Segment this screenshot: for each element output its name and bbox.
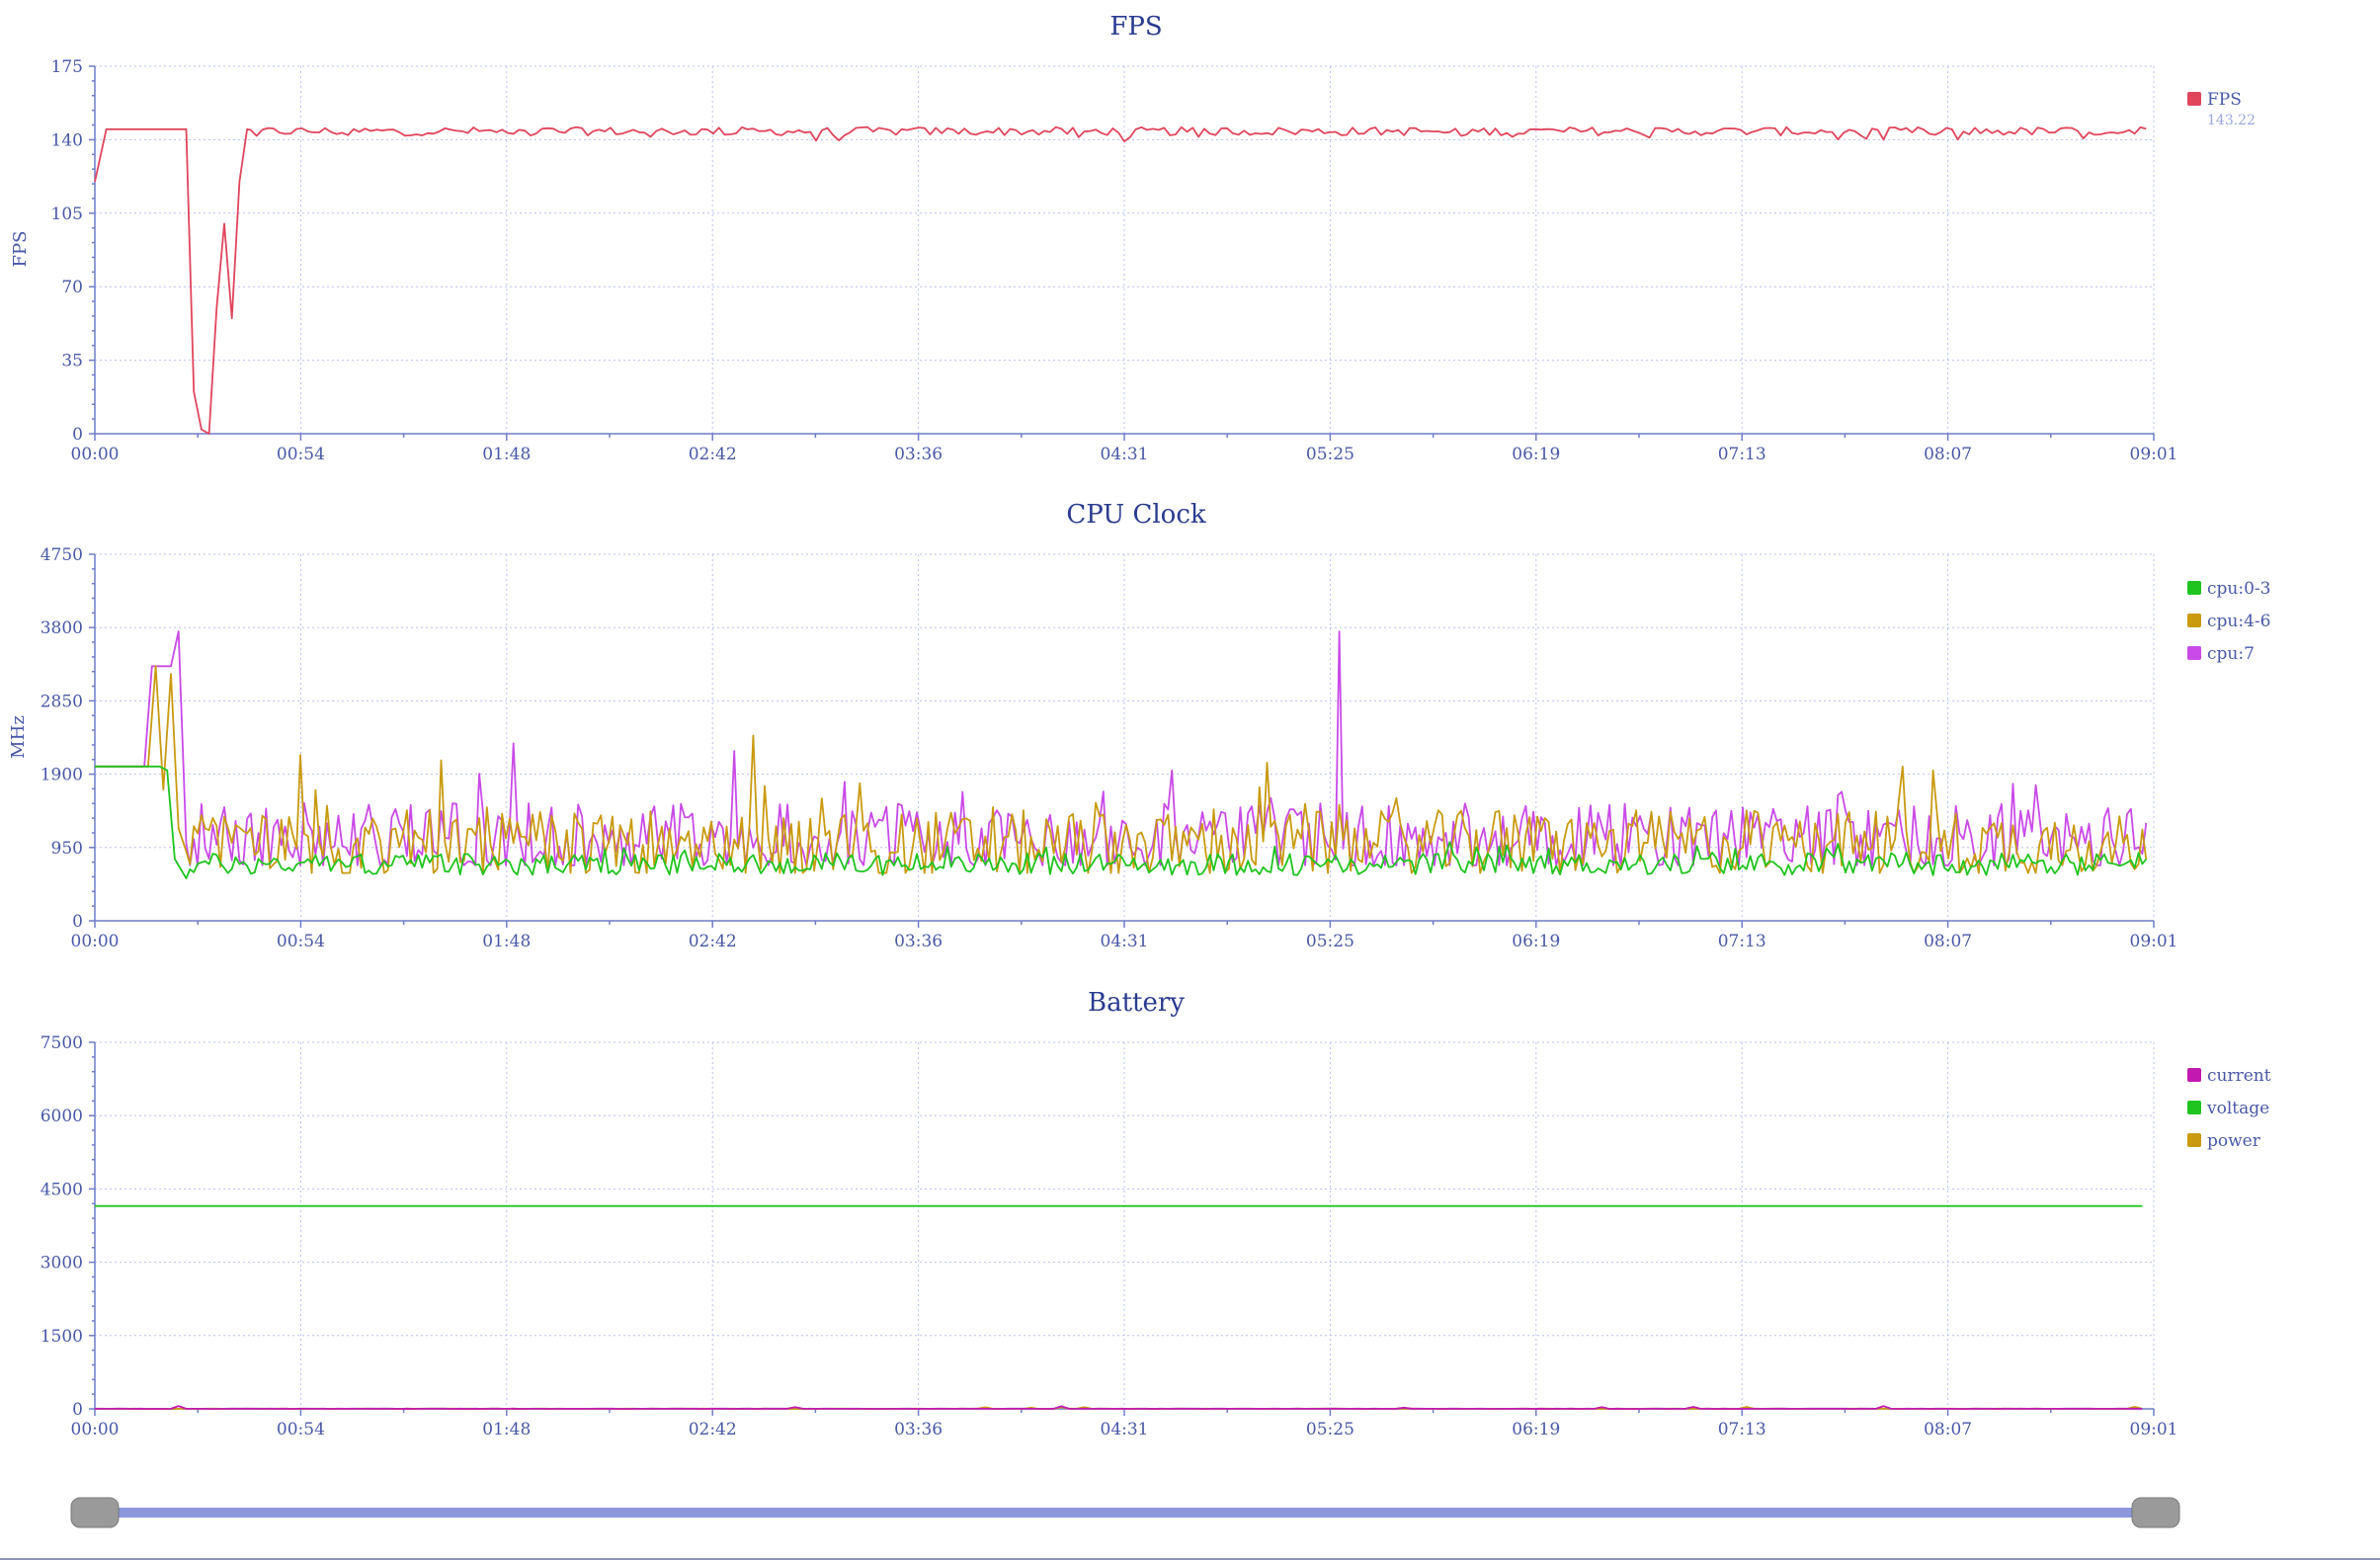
battery-y-ticks: 0 1500 3000 4500 6000 7500 [41,1033,96,1420]
cpu-y-tick-label: 3800 [41,618,83,638]
fps-y-axis-label: FPS [10,231,31,268]
cpu-y-tick-label: 950 [51,839,83,859]
cpu-legend[interactable]: cpu:0-3 cpu:4-6 cpu:7 [2187,579,2270,664]
cpu-legend-label-cpu-7[interactable]: cpu:7 [2207,644,2255,664]
cpu-y-ticks: 0 950 1900 2850 3800 4750 [41,545,96,932]
cpu-legend-label-cpu-4-6[interactable]: cpu:4-6 [2207,612,2270,631]
battery-legend[interactable]: current voltage power [2187,1066,2271,1151]
battery-legend-label-power[interactable]: power [2207,1131,2261,1151]
bat-x-tick-label: 04:31 [1101,1420,1149,1439]
bat-x-tick-label: 00:00 [71,1420,120,1439]
fps-y-ticks: 0 35 70 105 140 175 [51,57,96,445]
cpu-x-ticks: 00:00 00:54 01:48 02:42 03:36 04:31 05:25 06:19… [71,920,2178,951]
bat-x-tick-label: 02:42 [689,1420,737,1439]
fps-y-tick-label: 70 [61,278,83,297]
cpu-series-group [95,630,2148,879]
zoom-slider-left-handle[interactable] [70,1497,120,1528]
battery-series-line-current [94,1405,2143,1410]
bat-y-tick-label: 0 [72,1400,83,1420]
zoom-slider-right-handle[interactable] [2131,1497,2180,1528]
fps-y-tick-label: 175 [51,57,83,77]
cpu-y-tick-label: 4750 [41,545,83,565]
cpu-x-tick-label: 09:01 [2130,932,2178,951]
fps-x-tick-label: 00:00 [71,445,120,464]
battery-grid [95,1041,2155,1409]
fps-x-tick-label: 06:19 [1512,445,1560,464]
cpu-x-tick-label: 00:00 [71,932,120,951]
bat-x-tick-label: 05:25 [1306,1420,1354,1439]
cpu-y-tick-label: 2850 [41,692,83,711]
battery-legend-swatch-voltage[interactable] [2187,1101,2201,1114]
bat-x-tick-label: 03:36 [894,1420,943,1439]
battery-legend-swatch-current[interactable] [2187,1068,2201,1082]
bat-x-tick-label: 07:13 [1718,1420,1766,1439]
bat-y-tick-label: 1500 [41,1327,83,1347]
chart-stage: FPS FPS 03570105140175 00:00 00:54 01:48 02… [0,12,2380,1560]
bat-x-tick-label: 01:48 [482,1420,531,1439]
fps-x-tick-label: 03:36 [894,445,943,464]
cpu-y-tick-label: 0 [72,912,83,932]
battery-legend-swatch-power[interactable] [2187,1133,2201,1147]
fps-y-tick-label: 140 [51,130,83,150]
zoom-slider[interactable] [70,1497,2180,1528]
bat-y-tick-label: 4500 [41,1180,83,1199]
cpu-x-tick-label: 06:19 [1512,932,1560,951]
battery-chart-title: Battery [1088,988,1185,1018]
cpu-x-tick-label: 02:42 [689,932,737,951]
fps-x-tick-label: 09:01 [2130,445,2178,464]
cpu-y-axis-label: MHz [8,715,29,759]
cpu-x-tick-label: 05:25 [1306,932,1354,951]
cpu-legend-swatch-cpu-4-6[interactable] [2187,614,2201,627]
cpu-x-tick-label: 08:07 [1924,932,1972,951]
fps-x-tick-label: 07:13 [1718,445,1766,464]
cpu-chart-title: CPU Clock [1066,500,1206,530]
fps-x-tick-label: 08:07 [1924,445,1972,464]
fps-series-group [94,125,2147,435]
cpu-chart: CPU Clock MHz 0 950 1900 2850 3800 4750 00:00… [8,500,2270,951]
fps-y-tick-label: 0 [72,425,83,445]
bat-x-tick-label: 09:01 [2130,1420,2178,1439]
bat-y-tick-label: 6000 [41,1107,83,1126]
fps-legend[interactable]: FPS 143.22 [2187,90,2256,128]
cpu-x-tick-label: 03:36 [894,932,943,951]
bat-y-tick-label: 3000 [41,1254,83,1274]
fps-series-line [94,125,2147,435]
bat-x-tick-label: 06:19 [1512,1420,1560,1439]
battery-series-group [94,1204,2143,1410]
cpu-series-line-cpu-4-6 [95,665,2148,874]
cpu-x-tick-label: 00:54 [277,932,325,951]
fps-y-tick-label: 35 [61,352,83,371]
fps-chart: FPS FPS 0 35 70 105 140 175 00:00 00:54 01:48 02… [10,12,2256,464]
fps-x-tick-label: 04:31 [1101,445,1149,464]
fps-x-tick-label: 00:54 [277,445,325,464]
fps-x-ticks: 00:00 00:54 01:48 02:42 03:36 04:31 05:25 06:19… [71,433,2178,464]
cpu-legend-label-cpu-0-3[interactable]: cpu:0-3 [2207,579,2270,599]
cpu-x-tick-label: 07:13 [1718,932,1766,951]
fps-legend-value: 143.22 [2207,113,2256,128]
fps-grid [95,65,2155,434]
fps-x-tick-label: 01:48 [482,445,531,464]
cpu-x-tick-label: 01:48 [482,932,531,951]
fps-legend-label[interactable]: FPS [2207,90,2242,110]
cpu-x-tick-label: 04:31 [1101,932,1149,951]
cpu-y-tick-label: 1900 [41,766,83,785]
fps-y-tick-label: 105 [51,205,83,224]
battery-legend-label-voltage[interactable]: voltage [2206,1099,2269,1118]
battery-chart: Battery 0 1500 3000 4500 6000 7500 00:00 00:54… [41,988,2271,1439]
battery-legend-label-current[interactable]: current [2207,1066,2271,1086]
battery-x-ticks: 00:00 00:54 01:48 02:42 03:36 04:31 05:25 06:19… [71,1408,2178,1439]
cpu-grid [95,553,2155,921]
bat-x-tick-label: 08:07 [1924,1420,1972,1439]
zoom-slider-track[interactable] [95,1508,2150,1518]
bat-y-tick-label: 7500 [41,1033,83,1053]
fps-x-tick-label: 05:25 [1306,445,1354,464]
bat-x-tick-label: 00:54 [277,1420,325,1439]
cpu-legend-swatch-cpu-0-3[interactable] [2187,581,2201,595]
fps-legend-swatch[interactable] [2187,92,2201,106]
fps-x-tick-label: 02:42 [689,445,737,464]
fps-chart-title: FPS [1109,12,1162,41]
cpu-legend-swatch-cpu-7[interactable] [2187,646,2201,660]
